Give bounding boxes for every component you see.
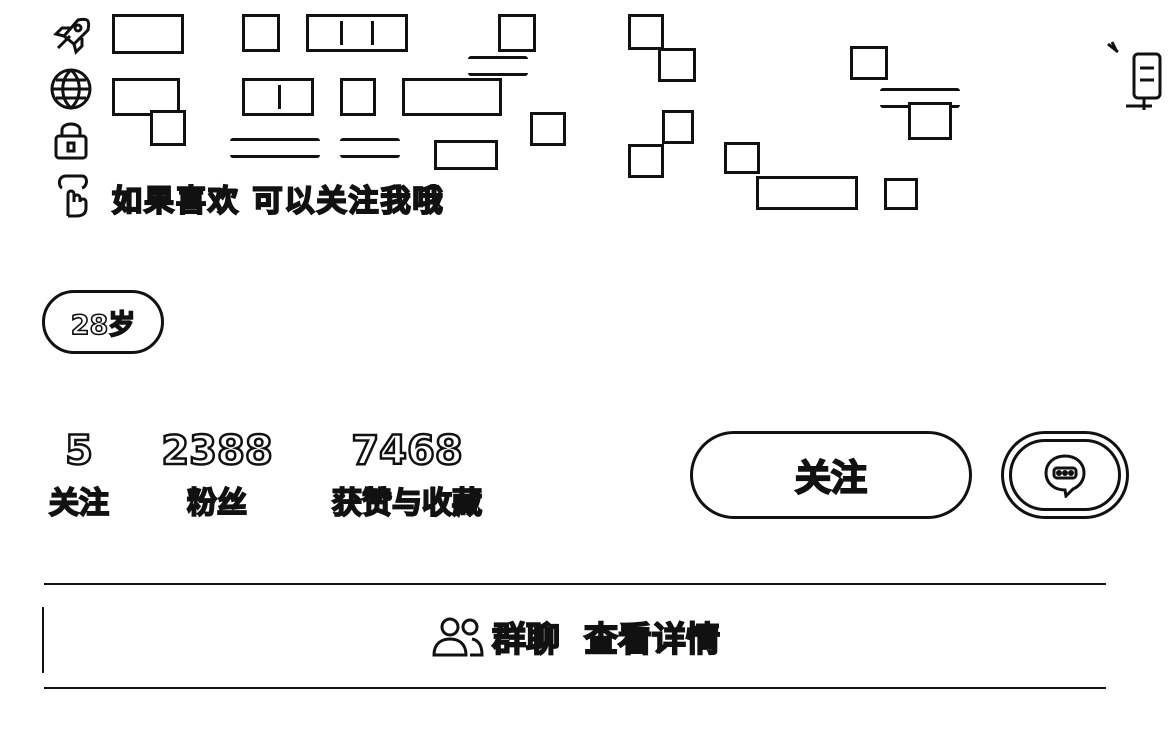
chat-button[interactable] [1001,431,1129,519]
bio-line-4: 如果喜欢 可以关注我哦 [111,172,1170,222]
follow-button[interactable]: 关注 [690,431,972,519]
people-icon [432,617,484,657]
sparkle-icon [1104,40,1164,132]
bio-text: 如果喜欢 可以关注我哦 [111,183,445,220]
group-chat-row[interactable]: 群聊 查看详情 [42,583,1106,689]
following-label: 关注 [48,485,110,522]
bio-line-1 [112,12,1170,76]
chat-bubble-icon [1044,454,1086,498]
age-tag: 28岁 [42,290,164,354]
group-chat-title: 群聊 [491,619,561,661]
lock-icon [48,116,94,162]
bio-line-2 [112,46,1170,140]
pointing-down-icon [48,172,94,218]
globe-icon [48,66,94,112]
followers-label: 粉丝 [186,485,248,522]
likes-label: 获赞与收藏 [331,485,483,522]
view-details-link[interactable]: 查看详情 [583,612,721,661]
stat-followers[interactable]: 2388 粉丝 [156,427,278,522]
followers-count: 2388 [160,427,274,476]
stat-likes[interactable]: 7468 获赞与收藏 [318,427,496,522]
following-count: 5 [64,427,94,476]
rocket-icon [48,12,94,58]
likes-count: 7468 [350,427,464,476]
bio-line-3 [112,110,1170,178]
stat-following[interactable]: 5 关注 [40,427,118,522]
